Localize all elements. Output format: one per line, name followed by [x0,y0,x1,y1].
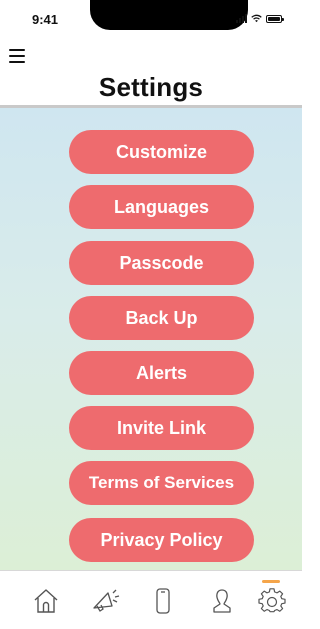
device-notch [90,0,248,30]
tab-home[interactable] [28,577,64,623]
signal-icon [236,14,247,23]
wifi-icon [251,14,262,23]
system-icons [236,14,284,23]
terms-of-services-button[interactable]: Terms of Services [69,461,254,505]
customize-button[interactable]: Customize [69,130,254,174]
invite-link-button[interactable]: Invite Link [69,406,254,450]
page-title: Settings [98,72,204,102]
user-icon [213,589,231,613]
tab-settings[interactable] [254,577,290,623]
tab-bar [0,570,302,629]
back-up-button[interactable]: Back Up [69,296,254,340]
status-time: 9:41 [32,12,59,27]
settings-panel: Customize Languages Passcode Back Up Ale… [0,108,302,570]
status-bar: 9:41 [0,0,302,36]
home-icon [34,589,58,613]
megaphone-icon [93,589,120,612]
hamburger-menu-icon[interactable] [9,49,25,63]
privacy-policy-button[interactable]: Privacy Policy [69,518,254,562]
active-tab-indicator [262,580,280,583]
phone-icon [156,588,170,614]
tab-device[interactable] [145,577,181,623]
gear-icon [258,588,286,613]
alerts-button[interactable]: Alerts [69,351,254,395]
tab-profile[interactable] [204,577,240,623]
tab-announcements[interactable] [87,577,123,623]
languages-button[interactable]: Languages [69,185,254,229]
battery-icon [266,14,284,23]
passcode-button[interactable]: Passcode [69,241,254,285]
